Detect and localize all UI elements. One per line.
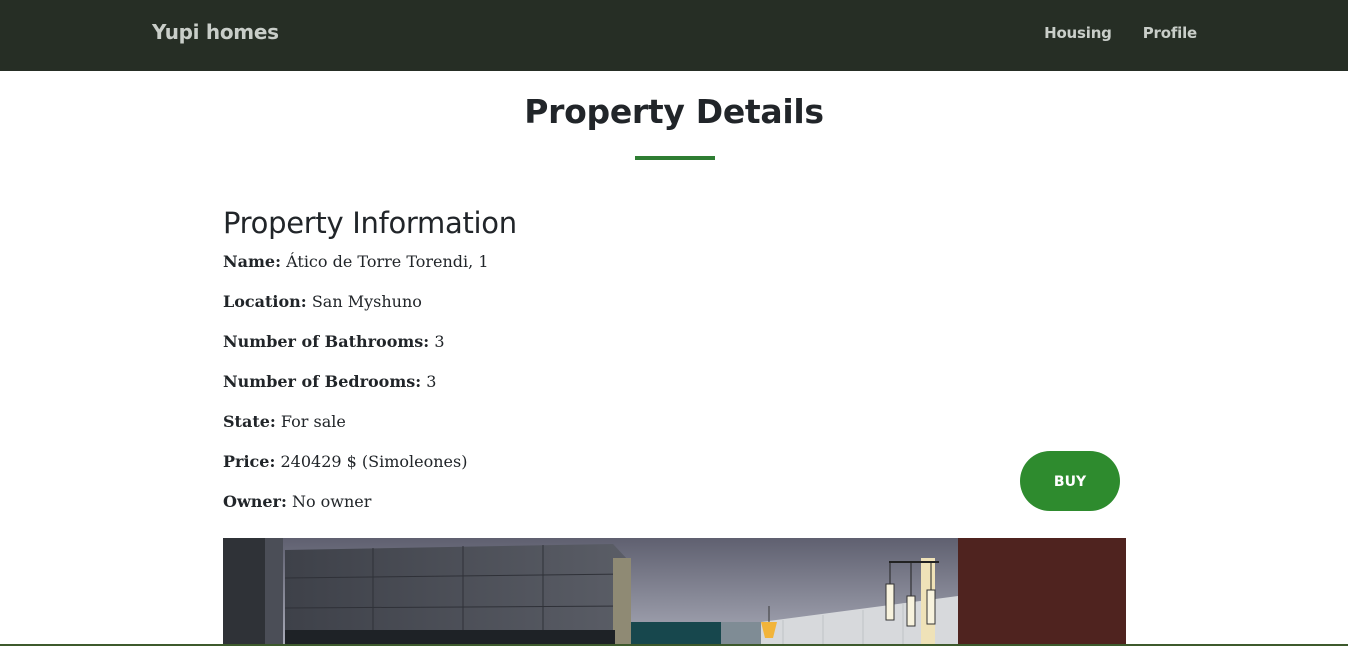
info-value: Ático de Torre Torendi, 1 <box>286 252 489 271</box>
navbar: Yupi homes Housing Profile <box>0 0 1348 71</box>
page-title: Property Details <box>524 92 824 131</box>
info-label: Location: <box>223 292 307 311</box>
info-label: Number of Bathrooms: <box>223 332 430 351</box>
info-label: Name: <box>223 252 282 271</box>
info-value: 3 <box>426 372 437 391</box>
info-label: Owner: <box>223 492 287 511</box>
info-value: For sale <box>280 412 346 431</box>
info-row-name: Name: Ático de Torre Torendi, 1 <box>223 251 489 291</box>
info-row-location: Location: San Myshuno <box>223 291 489 331</box>
title-divider <box>635 156 715 160</box>
info-value: 3 <box>434 332 445 351</box>
info-value: 240429 $ (Simoleones) <box>280 452 468 471</box>
nav-links: Housing Profile <box>1044 24 1197 42</box>
info-row-owner: Owner: No owner <box>223 491 489 531</box>
info-label: Price: <box>223 452 276 471</box>
nav-link-housing[interactable]: Housing <box>1044 24 1112 42</box>
info-row-state: State: For sale <box>223 411 489 451</box>
section-title: Property Information <box>223 206 517 240</box>
info-value: No owner <box>291 492 372 511</box>
info-label: State: <box>223 412 276 431</box>
nav-link-profile[interactable]: Profile <box>1143 24 1197 42</box>
property-info-list: Name: Ático de Torre Torendi, 1 Location… <box>223 251 489 531</box>
brand-link[interactable]: Yupi homes <box>152 20 279 44</box>
info-row-bathrooms: Number of Bathrooms: 3 <box>223 331 489 371</box>
info-row-price: Price: 240429 $ (Simoleones) <box>223 451 489 491</box>
property-photo <box>223 538 1126 646</box>
info-label: Number of Bedrooms: <box>223 372 422 391</box>
property-photo-image <box>223 538 1126 646</box>
info-row-bedrooms: Number of Bedrooms: 3 <box>223 371 489 411</box>
info-value: San Myshuno <box>311 292 422 311</box>
buy-button[interactable]: BUY <box>1020 451 1120 511</box>
